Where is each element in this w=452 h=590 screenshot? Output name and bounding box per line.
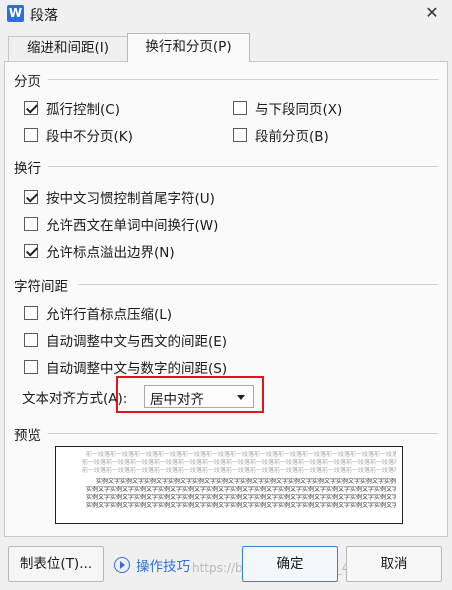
section-line-break-heading: 换行 <box>14 161 41 177</box>
preview-prev-line: 前一段落前一段落前一段落前一段落前一段落前一段落前一段落前一段落前一段落前一段落… <box>86 451 396 458</box>
preview-prev-line: 前一段落前一段落前一段落前一段落前一段落前一段落前一段落前一段落前一段落前一段落… <box>82 459 396 466</box>
checkbox-label: 允许行首标点压缩(L) <box>46 307 173 323</box>
tab-line-page-breaks[interactable]: 换行和分页(P) <box>127 33 250 62</box>
checkbox-box[interactable] <box>233 128 247 142</box>
divider <box>48 79 438 80</box>
checkbox-box[interactable] <box>24 217 38 231</box>
checkbox-label: 自动调整中文与西文的间距(E) <box>46 334 228 350</box>
checkbox-label: 与下段同页(X) <box>255 102 343 118</box>
tips-label: 操作技巧 <box>136 559 190 575</box>
checkbox-box[interactable] <box>24 190 38 204</box>
checkbox-label: 允许西文在单词中间换行(W) <box>46 218 219 234</box>
checkbox-label: 自动调整中文与数字的间距(S) <box>46 361 228 377</box>
close-icon[interactable]: ✕ <box>422 3 442 23</box>
preview-sample-line: 实例文字实例文字实例文字实例文字实例文字实例文字实例文字实例文字实例文字实例文字… <box>96 478 396 485</box>
checkbox-label: 段前分页(B) <box>255 129 329 145</box>
cancel-button[interactable]: 取消 <box>346 546 442 582</box>
checkbox-box[interactable] <box>24 244 38 258</box>
section-pagination-heading: 分页 <box>14 74 41 90</box>
tab-indent-spacing[interactable]: 缩进和间距(I) <box>8 36 128 61</box>
preview-sample-line: 实例文字实例文字实例文字实例文字实例文字实例文字实例文字实例文字实例文字实例文字… <box>86 502 396 509</box>
text-alignment-select[interactable]: 居中对齐 <box>144 385 254 408</box>
checkbox-box[interactable] <box>24 101 38 115</box>
allow-hanging-punctuation-checkbox[interactable]: 允许标点溢出边界(N) <box>24 241 175 261</box>
checkbox-box[interactable] <box>24 333 38 347</box>
section-char-spacing-heading: 字符间距 <box>14 279 68 295</box>
divider <box>48 166 438 167</box>
allow-latin-word-wrap-checkbox[interactable]: 允许西文在单词中间换行(W) <box>24 214 218 234</box>
preview-sample-line: 实例文字实例文字实例文字实例文字实例文字实例文字实例文字实例文字实例文字实例文字… <box>86 486 396 493</box>
preview-sample-line: 实例文字实例文字实例文字实例文字实例文字实例文字实例文字实例文字实例文字实例文字… <box>86 494 396 501</box>
auto-space-chinese-latin-checkbox[interactable]: 自动调整中文与西文的间距(E) <box>24 330 227 350</box>
divider <box>78 284 438 285</box>
dropdown-caret-icon <box>237 395 245 400</box>
auto-space-chinese-numbers-checkbox[interactable]: 自动调整中文与数字的间距(S) <box>24 357 227 377</box>
tips-link[interactable]: 操作技巧 <box>114 555 190 575</box>
preview-box: 前一段落前一段落前一段落前一段落前一段落前一段落前一段落前一段落前一段落前一段落… <box>55 446 403 524</box>
checkbox-box[interactable] <box>24 306 38 320</box>
select-value: 居中对齐 <box>150 392 204 408</box>
preview-prev-line: 前一段落前一段落前一段落前一段落前一段落前一段落前一段落前一段落前一段落前一段落… <box>82 467 396 474</box>
checkbox-label: 孤行控制(C) <box>46 102 120 118</box>
checkbox-label: 段中不分页(K) <box>46 129 133 145</box>
checkbox-label: 允许标点溢出边界(N) <box>46 245 175 261</box>
play-circle-icon <box>114 557 130 573</box>
text-alignment-label: 文本对齐方式(A): <box>22 391 128 407</box>
wps-writer-icon: W <box>7 5 24 22</box>
chinese-line-break-rules-checkbox[interactable]: 按中文习惯控制首尾字符(U) <box>24 187 215 207</box>
window-title: 段落 <box>30 8 58 24</box>
keep-with-next-checkbox[interactable]: 与下段同页(X) <box>233 98 342 118</box>
divider <box>48 433 438 434</box>
checkbox-box[interactable] <box>24 360 38 374</box>
section-preview-heading: 预览 <box>14 428 41 444</box>
checkbox-box[interactable] <box>24 128 38 142</box>
title-bar: W 段落 ✕ <box>0 0 452 28</box>
checkbox-label: 按中文习惯控制首尾字符(U) <box>46 191 215 207</box>
checkbox-box[interactable] <box>233 101 247 115</box>
ok-button[interactable]: 确定 <box>242 546 338 582</box>
compress-leading-punctuation-checkbox[interactable]: 允许行首标点压缩(L) <box>24 303 172 323</box>
keep-lines-together-checkbox[interactable]: 段中不分页(K) <box>24 125 133 145</box>
widow-control-checkbox[interactable]: 孤行控制(C) <box>24 98 120 118</box>
tab-stops-button[interactable]: 制表位(T)... <box>8 546 104 582</box>
page-break-before-checkbox[interactable]: 段前分页(B) <box>233 125 329 145</box>
